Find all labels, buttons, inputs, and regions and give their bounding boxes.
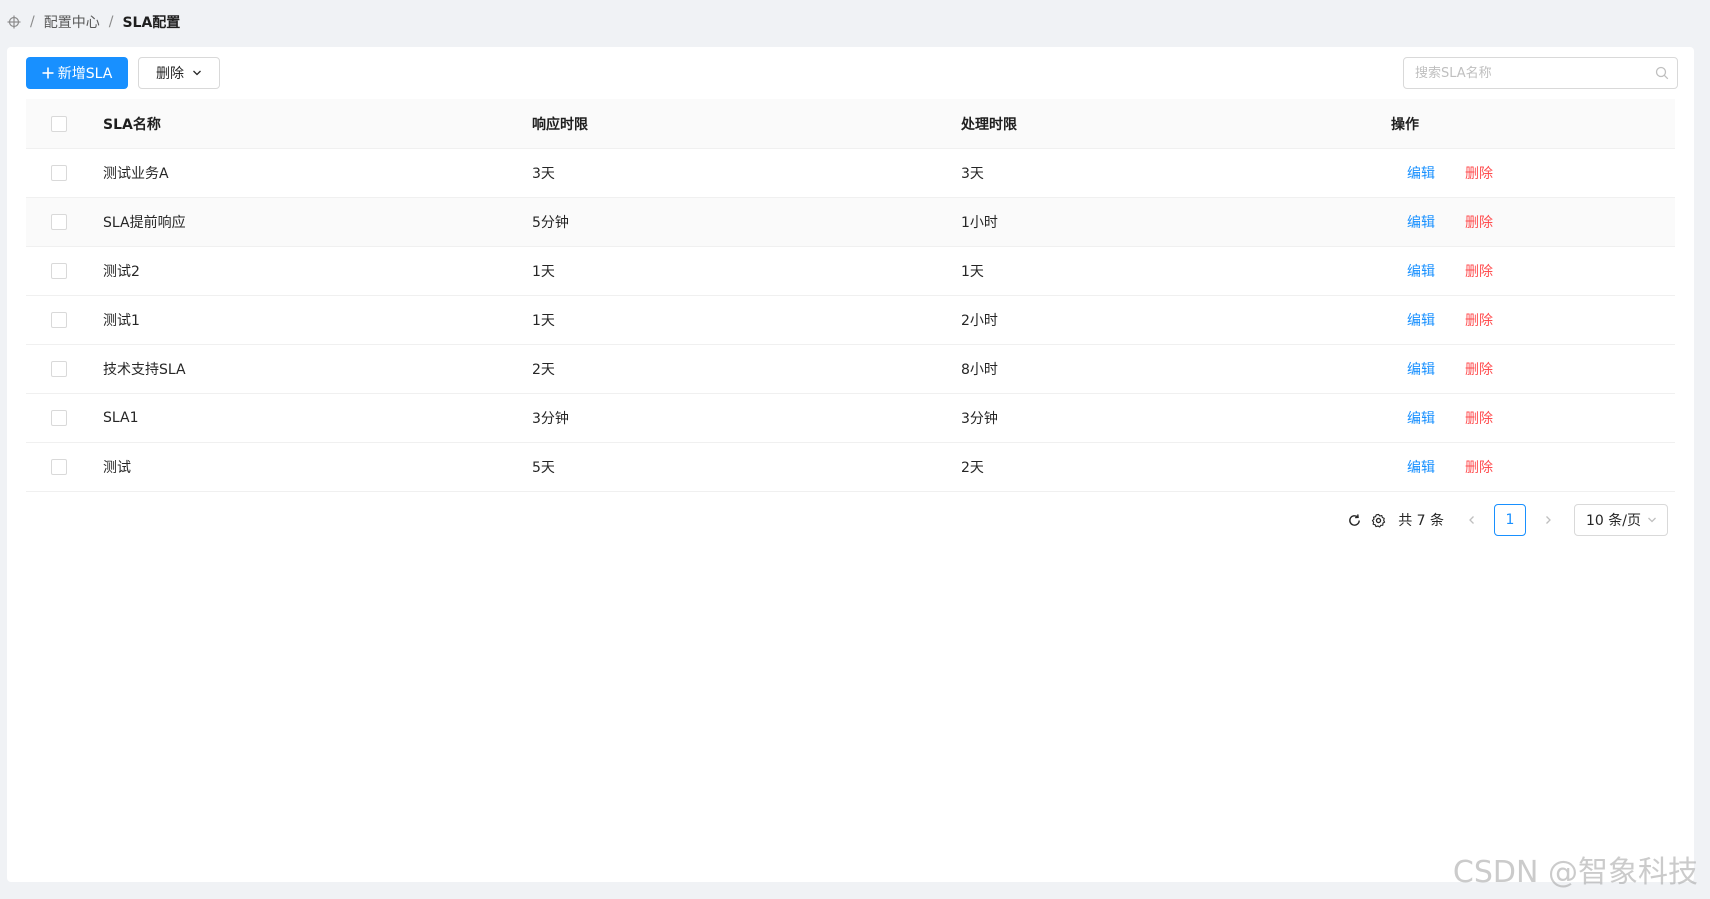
next-page-icon[interactable]	[1532, 504, 1564, 536]
table-row: 测试 5天 2天 编辑 删除	[26, 443, 1675, 492]
breadcrumb-item-current: SLA配置	[122, 15, 181, 31]
search-box[interactable]	[1403, 57, 1678, 89]
row-checkbox[interactable]	[50, 214, 67, 230]
table-row: 测试2 1天 1天 编辑 删除	[26, 247, 1675, 296]
column-header-process: 处理时限	[961, 116, 1017, 133]
table-row: 测试1 1天 2小时 编辑 删除	[26, 296, 1675, 345]
cell-sla-name: 测试	[103, 460, 131, 476]
cell-response-limit: 1天	[532, 264, 555, 280]
delete-link[interactable]: 删除	[1465, 457, 1493, 477]
cell-process-limit: 8小时	[961, 362, 998, 378]
chevron-down-icon	[1648, 517, 1656, 523]
table-row: SLA1 3分钟 3分钟 编辑 删除	[26, 394, 1675, 443]
toolbar: 新增SLA 删除	[26, 57, 1678, 91]
cell-process-limit: 1小时	[961, 215, 998, 231]
cell-process-limit: 1天	[961, 264, 984, 280]
delete-link[interactable]: 删除	[1465, 261, 1493, 281]
cell-process-limit: 2小时	[961, 313, 998, 329]
watermark: CSDN @智象科技	[1452, 855, 1698, 890]
prev-page-icon[interactable]	[1456, 504, 1488, 536]
row-checkbox[interactable]	[50, 263, 67, 279]
settings-icon[interactable]	[1366, 508, 1390, 532]
add-sla-button[interactable]: 新增SLA	[26, 57, 128, 89]
cell-sla-name: 技术支持SLA	[103, 362, 186, 378]
column-header-actions: 操作	[1391, 116, 1419, 133]
row-checkbox[interactable]	[50, 165, 67, 181]
delete-link[interactable]: 删除	[1465, 310, 1493, 330]
table-row: 测试业务A 3天 3天 编辑 删除	[26, 149, 1675, 198]
column-header-name: SLA名称	[103, 116, 161, 133]
edit-link[interactable]: 编辑	[1407, 261, 1435, 281]
cell-process-limit: 3天	[961, 166, 984, 182]
page-number-current[interactable]: 1	[1494, 504, 1526, 536]
cell-sla-name: 测试1	[103, 313, 140, 329]
cell-response-limit: 3天	[532, 166, 555, 182]
edit-link[interactable]: 编辑	[1407, 163, 1435, 183]
edit-link[interactable]: 编辑	[1407, 212, 1435, 232]
cell-response-limit: 3分钟	[532, 411, 569, 427]
select-all-checkbox[interactable]	[50, 115, 67, 132]
cell-sla-name: 测试业务A	[103, 166, 169, 182]
edit-link[interactable]: 编辑	[1407, 408, 1435, 428]
edit-link[interactable]: 编辑	[1407, 457, 1435, 477]
cell-response-limit: 5分钟	[532, 215, 569, 231]
cell-response-limit: 2天	[532, 362, 555, 378]
table-header: SLA名称 响应时限 处理时限 操作	[26, 99, 1675, 149]
cell-response-limit: 5天	[532, 460, 555, 476]
search-input[interactable]	[1404, 58, 1647, 88]
batch-delete-dropdown[interactable]: 删除	[138, 57, 220, 89]
pagination: 共 7 条 1 10 条/页	[1342, 504, 1668, 536]
chevron-down-icon	[193, 70, 201, 76]
content-card: 新增SLA 删除 SLA名称 响应时限 处理时限 操作	[7, 47, 1694, 882]
page-size-select[interactable]: 10 条/页	[1574, 504, 1668, 536]
total-count: 共 7 条	[1398, 513, 1444, 529]
cell-process-limit: 2天	[961, 460, 984, 476]
crosshair-icon	[7, 15, 21, 29]
page-size-value: 10 条/页	[1586, 513, 1641, 529]
cell-sla-name: SLA1	[103, 410, 139, 426]
cell-sla-name: 测试2	[103, 264, 140, 280]
column-header-response: 响应时限	[532, 116, 588, 133]
row-checkbox[interactable]	[50, 312, 67, 328]
edit-link[interactable]: 编辑	[1407, 359, 1435, 379]
delete-link[interactable]: 删除	[1465, 408, 1493, 428]
cell-process-limit: 3分钟	[961, 411, 998, 427]
edit-link[interactable]: 编辑	[1407, 310, 1435, 330]
breadcrumb-separator: /	[108, 14, 114, 30]
delete-link[interactable]: 删除	[1465, 212, 1493, 232]
row-checkbox[interactable]	[50, 361, 67, 377]
cell-sla-name: SLA提前响应	[103, 215, 186, 231]
table-row: 技术支持SLA 2天 8小时 编辑 删除	[26, 345, 1675, 394]
breadcrumb-item-config-center[interactable]: 配置中心	[44, 12, 100, 32]
delete-link[interactable]: 删除	[1465, 163, 1493, 183]
add-sla-label: 新增SLA	[57, 66, 113, 82]
breadcrumb: / 配置中心 / SLA配置	[7, 12, 180, 32]
row-checkbox[interactable]	[50, 410, 67, 426]
cell-response-limit: 1天	[532, 313, 555, 329]
plus-icon	[42, 67, 54, 79]
refresh-icon[interactable]	[1342, 508, 1366, 532]
table-row: SLA提前响应 5分钟 1小时 编辑 删除	[26, 198, 1675, 247]
delete-link[interactable]: 删除	[1465, 359, 1493, 379]
batch-delete-label: 删除	[156, 66, 184, 82]
search-icon[interactable]	[1647, 58, 1677, 88]
row-checkbox[interactable]	[50, 459, 67, 475]
breadcrumb-separator: /	[30, 14, 35, 30]
sla-table: SLA名称 响应时限 处理时限 操作 测试业务A 3天 3天 编辑 删除 SLA…	[26, 99, 1675, 492]
